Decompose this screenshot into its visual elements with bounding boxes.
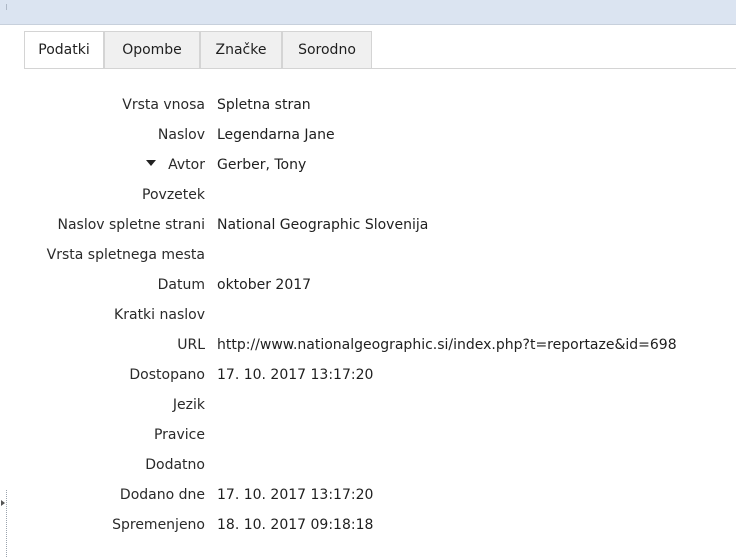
field-label: Naslov — [157, 127, 205, 143]
field-row-website-type: Vrsta spletnega mesta — [0, 240, 736, 270]
accessed-value[interactable]: 17. 10. 2017 13:17:20 — [217, 360, 736, 390]
header-divider — [6, 4, 13, 10]
field-row-url: URL http://www.nationalgeographic.si/ind… — [0, 330, 736, 360]
modified-value: 18. 10. 2017 09:18:18 — [217, 517, 374, 533]
field-label: Datum — [157, 277, 205, 293]
field-label: URL — [177, 337, 205, 353]
date-added-value: 17. 10. 2017 13:17:20 — [217, 487, 374, 503]
tab-bar: Podatki Opombe Značke Sorodno — [24, 31, 736, 69]
field-label: Pravice — [153, 427, 205, 443]
field-row-accessed: Dostopano 17. 10. 2017 13:17:20 — [0, 360, 736, 390]
field-row-date-added: Dodano dne 17. 10. 2017 13:17:20 — [0, 480, 736, 510]
tab-znacke[interactable]: Značke — [200, 31, 282, 68]
field-row-date: Datum oktober 2017 — [0, 270, 736, 300]
field-row-item-type: Vrsta vnosa Spletna stran — [0, 90, 736, 120]
field-label: Dodano dne — [119, 487, 205, 503]
field-label: Naslov spletne strani — [57, 217, 205, 233]
tab-sorodno[interactable]: Sorodno — [282, 31, 372, 68]
field-row-title: Naslov Legendarna Jane — [0, 120, 736, 150]
field-row-extra: Dodatno — [0, 450, 736, 480]
window-header-strip — [0, 0, 736, 25]
field-row-website-title: Naslov spletne strani National Geographi… — [0, 210, 736, 240]
url-value[interactable]: http://www.nationalgeographic.si/index.p… — [217, 330, 736, 360]
field-label: Povzetek — [142, 187, 205, 203]
field-row-rights: Pravice — [0, 420, 736, 450]
field-label: Kratki naslov — [114, 307, 205, 323]
date-value[interactable]: oktober 2017 — [217, 270, 736, 300]
title-value[interactable]: Legendarna Jane — [217, 120, 736, 150]
field-label: Jezik — [172, 397, 205, 413]
field-label: Vrsta spletnega mesta — [46, 247, 205, 263]
field-label: Dodatno — [145, 457, 205, 473]
author-value[interactable]: Gerber, Tony — [217, 150, 736, 180]
tab-bar-divider — [24, 68, 736, 69]
field-label: Spremenjeno — [112, 517, 205, 533]
field-row-modified: Spremenjeno 18. 10. 2017 09:18:18 — [0, 510, 736, 540]
field-row-language: Jezik — [0, 390, 736, 420]
collapse-arrow-icon[interactable] — [1, 500, 5, 506]
author-label-group: Avtor — [0, 150, 205, 180]
item-type-value[interactable]: Spletna stran — [217, 90, 736, 120]
field-row-abstract: Povzetek — [0, 180, 736, 210]
field-label: Avtor — [168, 157, 205, 173]
field-row-author: Avtor Gerber, Tony — [0, 150, 736, 180]
tab-opombe[interactable]: Opombe — [104, 31, 200, 68]
field-row-short-title: Kratki naslov — [0, 300, 736, 330]
field-label: Dostopano — [129, 367, 205, 383]
field-label: Vrsta vnosa — [122, 97, 205, 113]
tab-podatki[interactable]: Podatki — [24, 31, 104, 69]
website-title-value[interactable]: National Geographic Slovenija — [217, 210, 736, 240]
triangle-down-icon[interactable] — [146, 160, 157, 166]
